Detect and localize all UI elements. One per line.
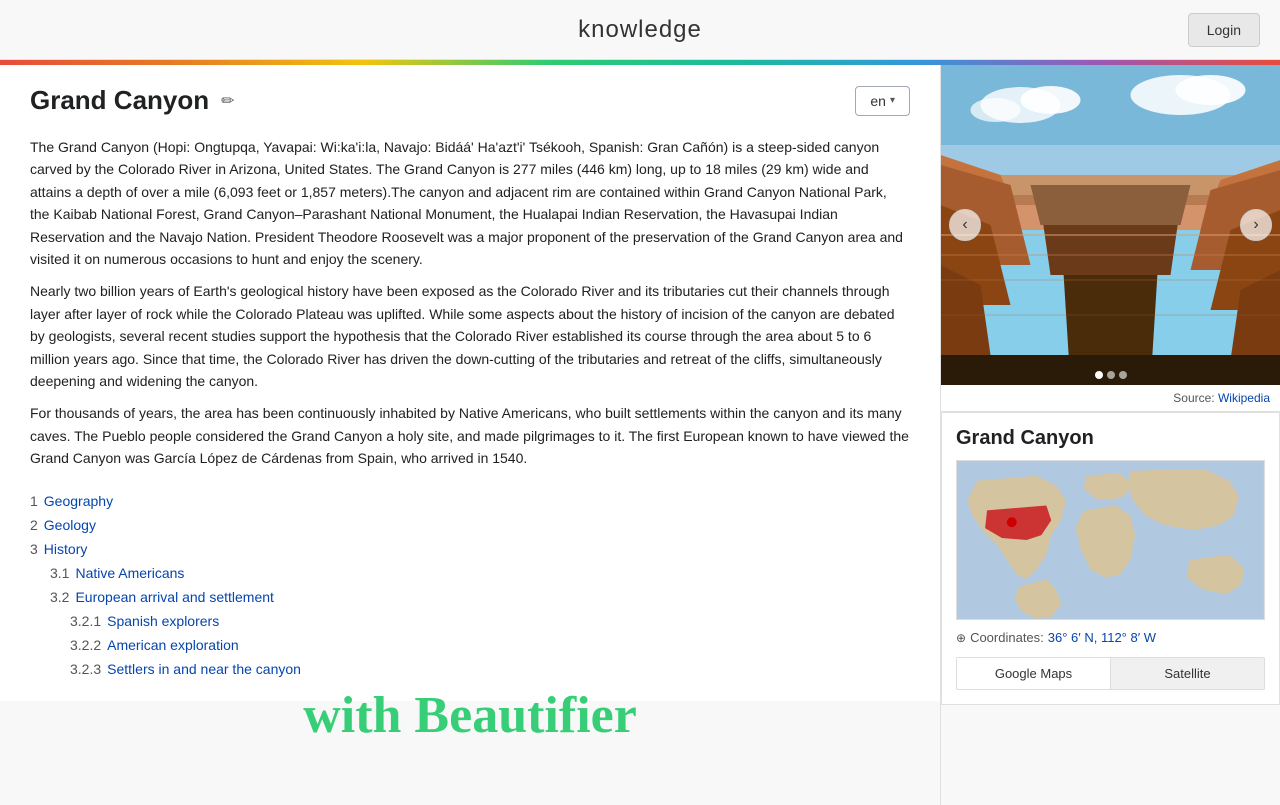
table-of-contents: 1 Geography 2 Geology 3 History 3.1 Native Amer… <box>30 489 910 681</box>
toc-link[interactable]: History <box>44 541 88 557</box>
page-title: Grand Canyon <box>30 85 209 116</box>
image-carousel: ‹ › <box>941 65 1280 385</box>
title-row: Grand Canyon ✏ en ▾ <box>30 85 910 116</box>
toc-link[interactable]: European arrival and settlement <box>75 589 273 605</box>
toc-number: 3.2.1 <box>70 613 101 629</box>
toc-number: 1 <box>30 493 38 509</box>
mini-map <box>956 460 1265 620</box>
toc-number: 3.2.3 <box>70 661 101 677</box>
main-layout: Grand Canyon ✏ en ▾ The Grand Canyon (Ho… <box>0 65 1280 805</box>
toc-number: 3 <box>30 541 38 557</box>
toc-item: 1 Geography <box>30 489 910 513</box>
coordinates-icon: ⊕ <box>956 631 966 645</box>
map-buttons: Google Maps Satellite <box>956 657 1265 690</box>
carousel-dot-3[interactable] <box>1119 371 1127 379</box>
toc-item: 2 Geology <box>30 513 910 537</box>
source-label: Source: <box>1173 391 1214 405</box>
article-para-1: The Grand Canyon (Hopi: Ongtupqa, Yavapa… <box>30 136 910 270</box>
carousel-prev-button[interactable]: ‹ <box>949 209 981 241</box>
right-sidebar: ‹ › Source: Wikipedia Grand Canyon <box>940 65 1280 805</box>
toc-link[interactable]: Native Americans <box>75 565 184 581</box>
header: knowledge Login <box>0 0 1280 60</box>
article-para-2: Nearly two billion years of Earth's geol… <box>30 280 910 392</box>
coordinates-label: Coordinates: <box>970 630 1044 645</box>
carousel-dots <box>1095 371 1127 379</box>
article-content: Grand Canyon ✏ en ▾ The Grand Canyon (Ho… <box>0 65 940 701</box>
login-button[interactable]: Login <box>1188 13 1260 47</box>
toc-item: 3.2.3 Settlers in and near the canyon <box>30 657 910 681</box>
toc-number: 3.1 <box>50 565 69 581</box>
toc-number: 2 <box>30 517 38 533</box>
toc-item: 3.2 European arrival and settlement <box>30 585 910 609</box>
info-box-title: Grand Canyon <box>956 427 1265 450</box>
toc-item: 3 History <box>30 537 910 561</box>
carousel-dot-1[interactable] <box>1095 371 1103 379</box>
toc-link[interactable]: Geography <box>44 493 113 509</box>
toc-link[interactable]: Geology <box>44 517 96 533</box>
toc-number: 3.2.2 <box>70 637 101 653</box>
toc-item: 3.2.2 American exploration <box>30 633 910 657</box>
info-box: Grand Canyon <box>941 412 1280 705</box>
article-para-3: For thousands of years, the area has bee… <box>30 402 910 469</box>
toc-link[interactable]: Settlers in and near the canyon <box>107 661 301 677</box>
toc-item: 3.1 Native Americans <box>30 561 910 585</box>
chevron-down-icon: ▾ <box>890 95 895 106</box>
source-link[interactable]: Wikipedia <box>1218 391 1270 405</box>
edit-icon[interactable]: ✏ <box>221 91 234 111</box>
language-selector[interactable]: en ▾ <box>855 86 910 116</box>
site-logo: knowledge <box>578 16 702 44</box>
satellite-button[interactable]: Satellite <box>1111 658 1264 689</box>
coordinates-row: ⊕ Coordinates: 36° 6′ N, 112° 8′ W <box>956 630 1265 645</box>
article-body: The Grand Canyon (Hopi: Ongtupqa, Yavapa… <box>30 136 910 469</box>
title-wrap: Grand Canyon ✏ <box>30 85 235 116</box>
toc-link[interactable]: American exploration <box>107 637 239 653</box>
source-line: Source: Wikipedia <box>941 385 1280 412</box>
toc-item: 3.2.1 Spanish explorers <box>30 609 910 633</box>
carousel-next-button[interactable]: › <box>1240 209 1272 241</box>
lang-code: en <box>870 93 886 109</box>
coordinates-value[interactable]: 36° 6′ N, 112° 8′ W <box>1048 630 1156 645</box>
google-maps-button[interactable]: Google Maps <box>957 658 1111 689</box>
toc-number: 3.2 <box>50 589 69 605</box>
carousel-dot-2[interactable] <box>1107 371 1115 379</box>
toc-link[interactable]: Spanish explorers <box>107 613 219 629</box>
